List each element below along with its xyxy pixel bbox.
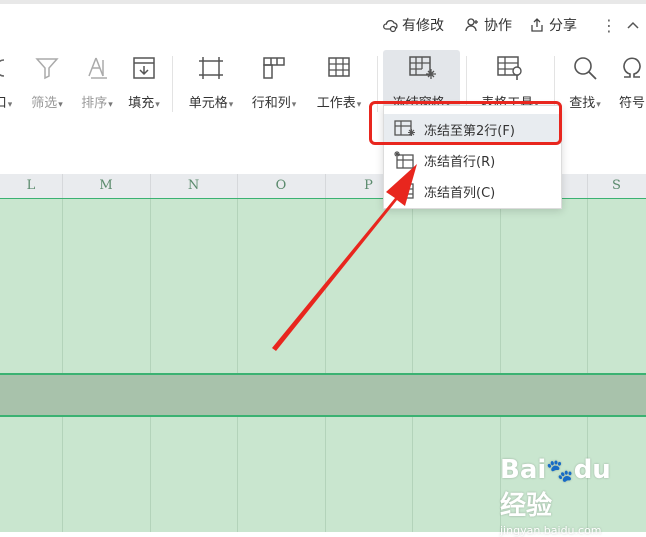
filter-icon	[35, 58, 59, 80]
fill-icon	[133, 57, 155, 79]
top-bar: 有修改 协作 分享 ⋮	[0, 0, 646, 44]
column-header-m[interactable]: M	[62, 174, 151, 198]
ribbon-search-button[interactable]: 查找▾	[560, 44, 610, 122]
has-changes-label: 有修改	[402, 18, 444, 34]
sort-icon	[88, 57, 107, 79]
column-header-l[interactable]: L	[0, 174, 63, 198]
omega-icon	[623, 57, 641, 78]
ribbon-label: 行和列	[251, 96, 291, 111]
freeze-first-column-icon	[396, 183, 414, 199]
grid-line	[325, 199, 326, 532]
top-strip	[0, 0, 646, 4]
search-icon	[574, 57, 597, 80]
freeze-first-row-icon	[394, 151, 414, 169]
table-tools-icon	[497, 56, 522, 80]
grid-line	[62, 199, 63, 532]
ribbon-label: 工作表	[316, 96, 356, 111]
selected-row-band[interactable]	[0, 373, 646, 417]
menu-item-label: 冻结首行(R)	[424, 154, 496, 170]
ribbon-filter-button[interactable]: 筛选▾	[22, 44, 72, 122]
highlight-box	[369, 101, 562, 145]
collaborate-label: 协作	[484, 18, 512, 34]
ribbon-worksheet-button[interactable]: 工作表▾	[308, 44, 370, 122]
worksheet-icon	[328, 57, 350, 77]
rows-cols-icon	[263, 57, 285, 79]
column-header-o[interactable]: O	[237, 174, 326, 198]
ribbon-label: 单元格	[188, 96, 228, 111]
ribbon-fill-button[interactable]: 填充▾	[122, 44, 166, 122]
share-button[interactable]: 分享	[529, 14, 577, 36]
column-header-s[interactable]: S	[587, 174, 646, 198]
ribbon-label: 筛选	[31, 96, 58, 111]
ribbon-separator	[172, 56, 173, 112]
ribbon-label: 查找	[569, 96, 596, 111]
watermark-logo: Bai🐾du 经验	[500, 455, 611, 521]
ribbon-label: 口	[0, 96, 7, 111]
cloud-sync-icon	[383, 19, 398, 33]
ribbon-rows-cols-button[interactable]: 行和列▾	[244, 44, 304, 122]
ribbon-label: 排序	[81, 96, 108, 111]
grid-line	[150, 199, 151, 532]
menu-item-freeze-first-column[interactable]: 冻结首列(C)	[384, 176, 561, 206]
watermark-url: jingyan.baidu.com	[500, 524, 602, 537]
more-button[interactable]: ⋮	[601, 14, 617, 36]
baidu-jingyan-watermark: Bai🐾du 经验 jingyan.baidu.com	[500, 455, 640, 537]
grid-line	[237, 199, 238, 532]
ribbon-label: 填充	[128, 96, 155, 111]
freeze-panes-icon	[408, 56, 436, 79]
column-header-n[interactable]: N	[150, 174, 238, 198]
ribbon-symbol-button[interactable]: 符号	[612, 44, 646, 122]
ribbon-sort-button[interactable]: 排序▾	[72, 44, 122, 122]
grid-line	[412, 199, 413, 532]
share-label: 分享	[549, 18, 577, 34]
ribbon-format-button[interactable]: 口▾	[0, 44, 12, 122]
chevron-up-icon	[627, 21, 639, 29]
format-icon	[0, 59, 5, 77]
menu-item-label: 冻结首列(C)	[424, 185, 496, 201]
collaborate-icon	[465, 18, 478, 32]
ribbon-cell-button[interactable]: 单元格▾	[180, 44, 242, 122]
collaborate-button[interactable]: 协作	[464, 14, 512, 36]
has-changes-button[interactable]: 有修改	[382, 14, 444, 36]
cell-icon	[199, 57, 223, 79]
kebab-icon: ⋮	[601, 15, 617, 35]
menu-item-freeze-first-row[interactable]: 冻结首行(R)	[384, 145, 561, 175]
share-icon	[531, 18, 543, 32]
collapse-ribbon-button[interactable]	[625, 14, 641, 36]
ribbon-label: 符号	[618, 96, 645, 111]
